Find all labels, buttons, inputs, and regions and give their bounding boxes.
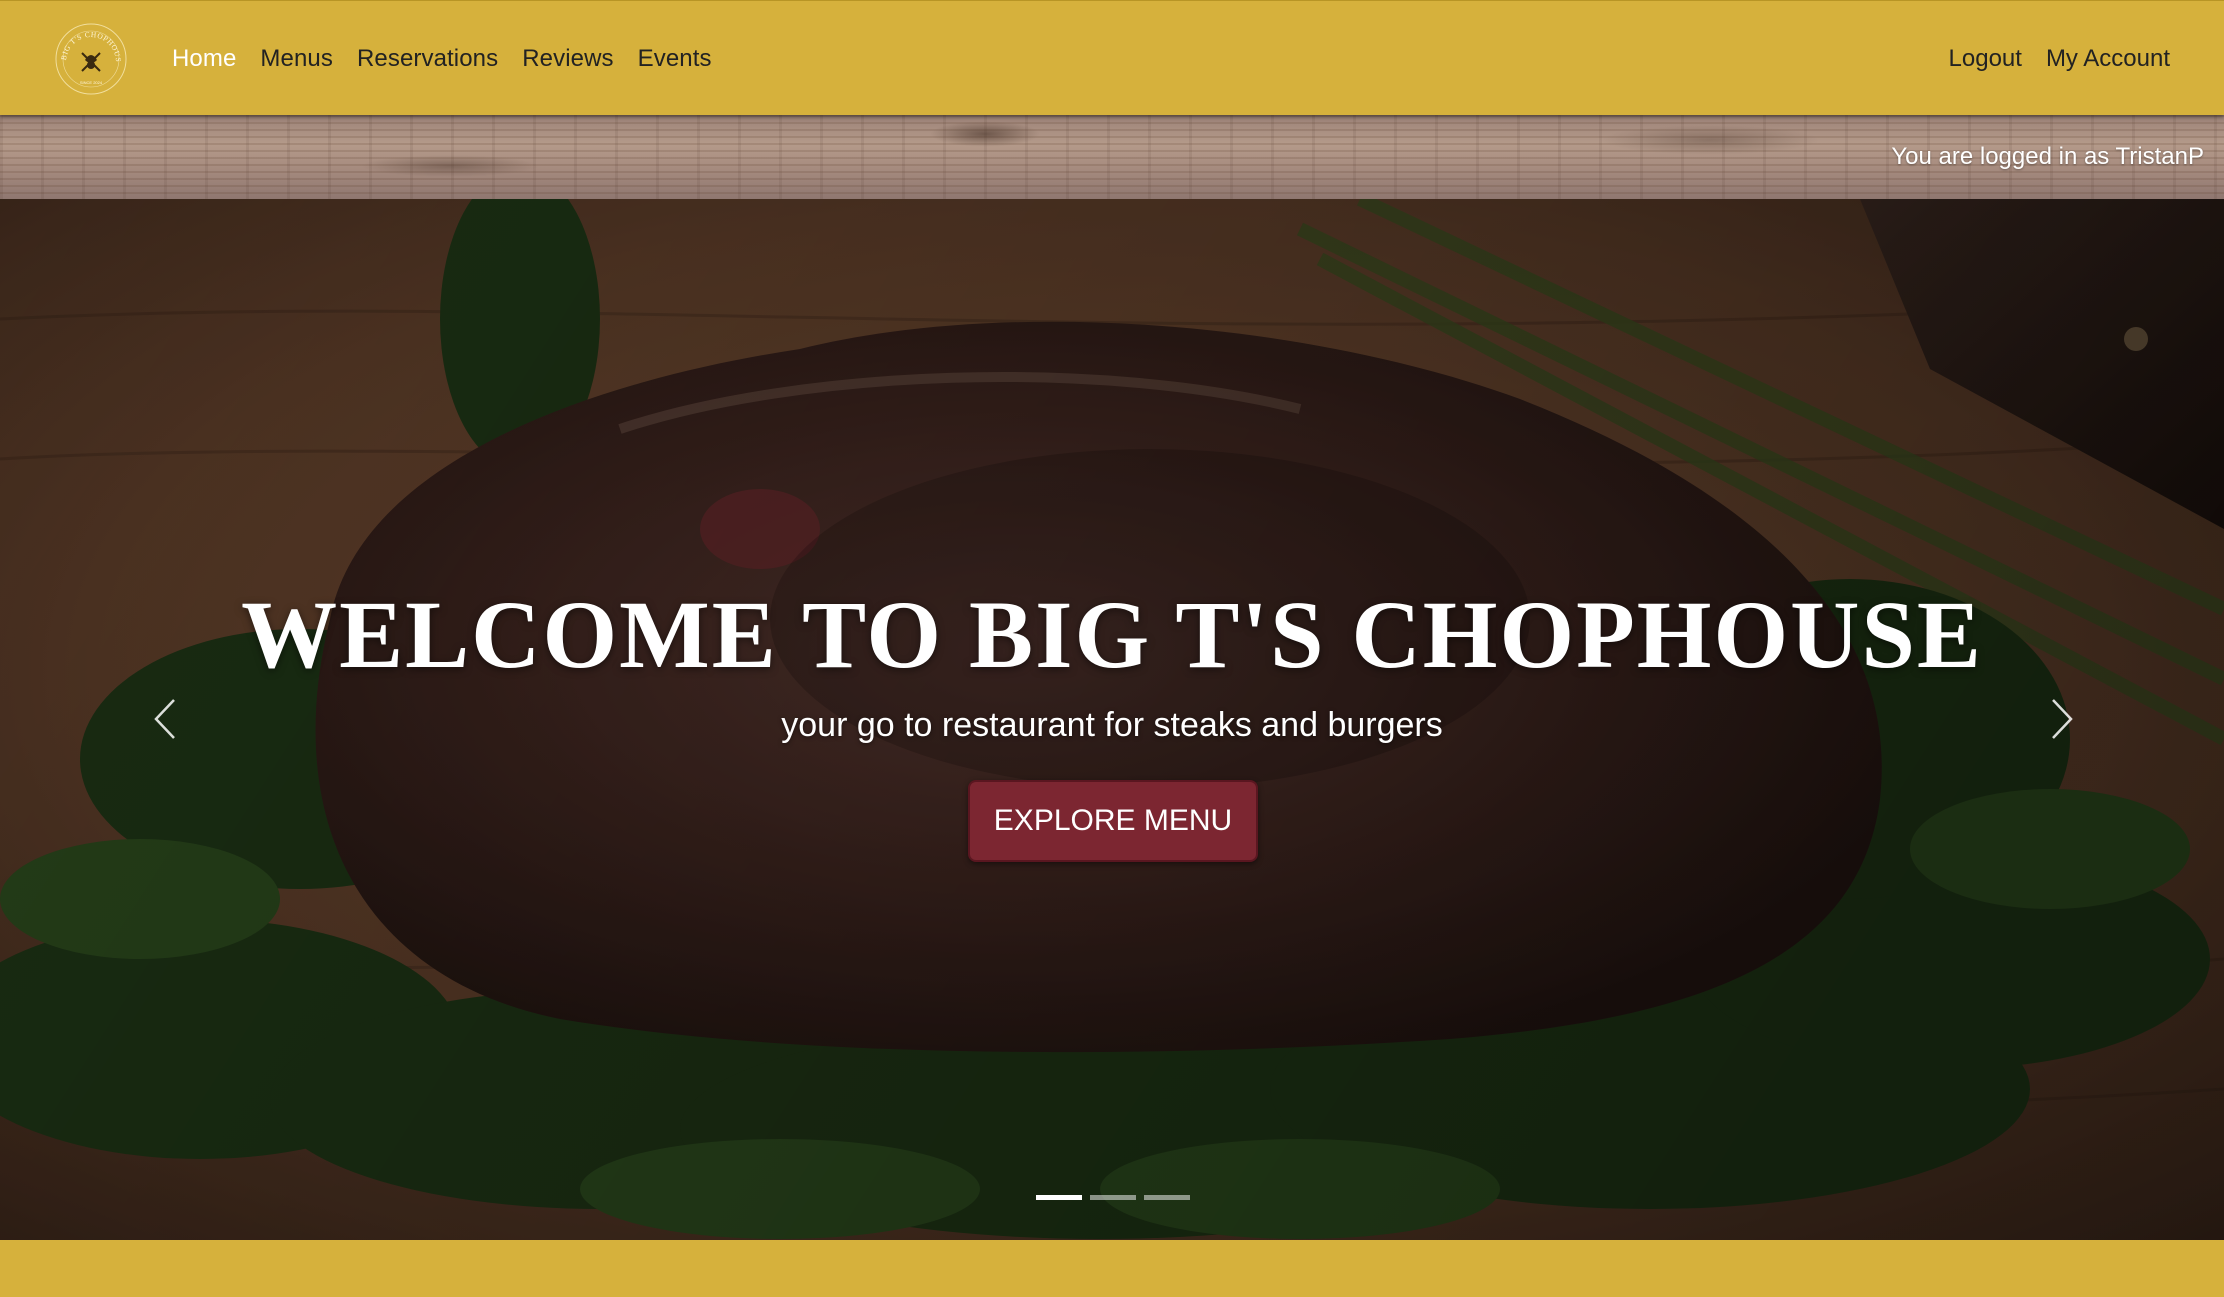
nav-home[interactable]: Home bbox=[172, 45, 236, 73]
nav-reservations[interactable]: Reservations bbox=[357, 45, 498, 73]
carousel-indicators bbox=[1036, 1195, 1198, 1200]
carousel-indicator-1[interactable] bbox=[1036, 1195, 1082, 1200]
carousel-indicator-3[interactable] bbox=[1144, 1195, 1190, 1200]
top-navbar: BIG T'S CHOPHOUSE SINCE 2024 Home Menus … bbox=[0, 0, 2224, 115]
chophouse-logo-icon: BIG T'S CHOPHOUSE SINCE 2024 bbox=[54, 22, 127, 95]
login-status-text: You are logged in as TristanP bbox=[1891, 143, 2204, 170]
main-nav: Home Menus Reservations Reviews Events bbox=[172, 1, 736, 116]
hero-subtitle: your go to restaurant for steaks and bur… bbox=[781, 706, 1443, 744]
logout-link[interactable]: Logout bbox=[1949, 45, 2022, 73]
hero-title: WELCOME TO BIG T'S CHOPHOUSE bbox=[241, 581, 1983, 688]
wood-banner: You are logged in as TristanP bbox=[0, 115, 2224, 199]
wood-texture bbox=[360, 155, 540, 177]
explore-menu-button[interactable]: EXPLORE MENU bbox=[968, 780, 1258, 862]
svg-text:SINCE 2024: SINCE 2024 bbox=[80, 80, 103, 85]
hero-carousel: WELCOME TO BIG T'S CHOPHOUSE your go to … bbox=[0, 199, 2224, 1240]
nav-reviews[interactable]: Reviews bbox=[522, 45, 613, 73]
next-section-band bbox=[0, 1240, 2224, 1297]
nav-events[interactable]: Events bbox=[638, 45, 712, 73]
wood-texture bbox=[930, 121, 1040, 147]
nav-menus[interactable]: Menus bbox=[260, 45, 333, 73]
brand-logo[interactable]: BIG T'S CHOPHOUSE SINCE 2024 bbox=[54, 22, 128, 96]
wood-texture bbox=[1600, 125, 1820, 155]
carousel-indicator-2[interactable] bbox=[1090, 1195, 1136, 1200]
my-account-link[interactable]: My Account bbox=[2046, 45, 2170, 73]
account-nav: Logout My Account bbox=[1925, 1, 2170, 116]
